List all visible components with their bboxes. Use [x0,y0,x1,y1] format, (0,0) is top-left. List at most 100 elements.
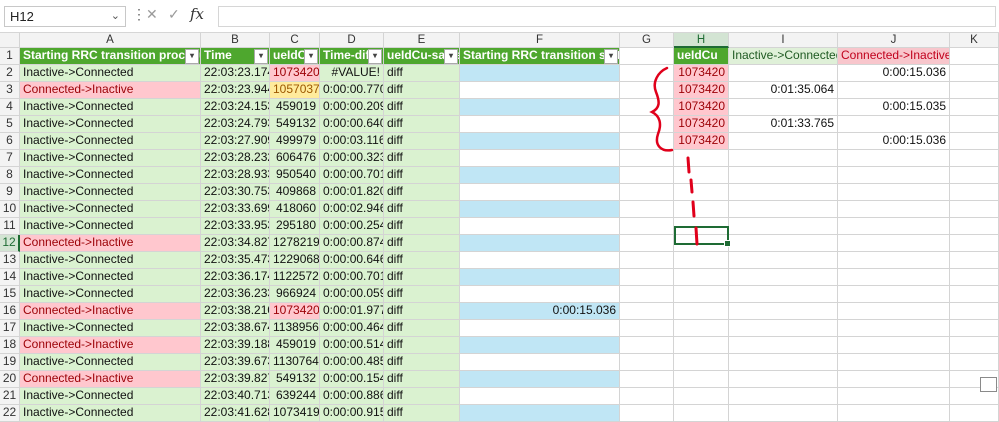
empty-cell[interactable] [620,65,674,82]
empty-cell[interactable] [729,252,838,269]
procedure-cell[interactable]: Inactive->Connected [20,320,201,337]
empty-cell[interactable] [620,269,674,286]
summary-ueidcu-cell[interactable]: 1073420 [674,65,729,82]
summary-connected-inactive-cell[interactable]: 0:00:15.035 [838,99,950,116]
ueidcu-cell[interactable]: 1073419 [270,405,320,422]
time-diff-cell[interactable]: 0:00:00.701 [320,269,384,286]
time-cell[interactable]: 22:03:27.909 [201,133,270,150]
time-diff-cell[interactable]: 0:00:00.485 [320,354,384,371]
time-cell[interactable]: 22:03:35.473 [201,252,270,269]
time-cell[interactable]: 22:03:36.174 [201,269,270,286]
transition-status-cell[interactable] [460,320,620,337]
procedure-cell[interactable]: Inactive->Connected [20,286,201,303]
empty-cell[interactable] [620,337,674,354]
time-diff-cell[interactable]: 0:00:00.154 [320,371,384,388]
summary-ueidcu-cell[interactable]: 1073420 [674,133,729,150]
empty-cell[interactable] [950,320,999,337]
empty-cell[interactable] [838,218,950,235]
more-vertical-icon[interactable]: ⋮ [132,6,146,23]
empty-cell[interactable] [838,286,950,303]
empty-cell[interactable] [950,337,999,354]
time-diff-cell[interactable]: 0:00:00.874 [320,235,384,252]
summary-header-inactive-connected[interactable]: Inactive->Connected [729,48,838,65]
column-header-a[interactable]: A [20,33,201,48]
empty-cell[interactable] [674,354,729,371]
empty-cell[interactable] [950,133,999,150]
empty-cell[interactable] [950,218,999,235]
empty-cell[interactable] [838,388,950,405]
empty-cell[interactable] [838,337,950,354]
filter-dropdown-icon[interactable]: ▾ [254,49,268,64]
time-diff-cell[interactable]: 0:00:01.977 [320,303,384,320]
header-time[interactable]: Time ▾ [201,48,270,65]
time-cell[interactable]: 22:03:39.188 [201,337,270,354]
procedure-cell[interactable]: Inactive->Connected [20,99,201,116]
ueidcu-cell[interactable]: 459019 [270,337,320,354]
time-cell[interactable]: 22:03:39.673 [201,354,270,371]
cell-k1[interactable] [950,48,999,65]
transition-status-cell[interactable] [460,116,620,133]
summary-inactive-connected-cell[interactable]: 0:01:33.765 [729,116,838,133]
row-header-2[interactable]: 2 [0,65,20,82]
empty-cell[interactable] [950,354,999,371]
empty-cell[interactable] [838,354,950,371]
time-cell[interactable]: 22:03:33.699 [201,201,270,218]
row-header-3[interactable]: 3 [0,82,20,99]
transition-status-cell[interactable] [460,337,620,354]
empty-cell[interactable] [950,286,999,303]
empty-cell[interactable] [729,303,838,320]
filter-dropdown-icon[interactable]: ▾ [604,49,618,64]
procedure-cell[interactable]: Inactive->Connected [20,354,201,371]
time-cell[interactable]: 22:03:30.753 [201,184,270,201]
worksheet-grid[interactable]: A B C D E F G H I J K 1 2 3 4 5 6 7 8 9 10 11 12 13 14 15 16 17 18 19… [0,33,999,422]
procedure-cell[interactable]: Inactive->Connected [20,65,201,82]
ueidcu-same-cell[interactable]: diff [384,65,460,82]
empty-cell[interactable] [838,235,950,252]
transition-status-cell[interactable] [460,82,620,99]
row-header-22[interactable]: 22 [0,405,20,422]
header-ueidcu[interactable]: ueIdCu ▾ [270,48,320,65]
empty-cell[interactable] [674,269,729,286]
row-header-9[interactable]: 9 [0,184,20,201]
empty-cell[interactable] [674,337,729,354]
empty-cell[interactable] [729,354,838,371]
summary-inactive-connected-cell[interactable] [729,99,838,116]
empty-cell[interactable] [674,320,729,337]
empty-cell[interactable] [729,269,838,286]
empty-cell[interactable] [620,252,674,269]
row-header-18[interactable]: 18 [0,337,20,354]
empty-cell[interactable] [729,320,838,337]
time-cell[interactable]: 22:03:38.674 [201,320,270,337]
time-cell[interactable]: 22:03:38.210 [201,303,270,320]
empty-cell[interactable] [620,116,674,133]
empty-cell[interactable] [620,99,674,116]
ueidcu-same-cell[interactable]: diff [384,184,460,201]
time-diff-cell[interactable]: 0:00:00.323 [320,150,384,167]
sheet-scroll-icon[interactable] [980,377,997,392]
column-header-b[interactable]: B [201,33,270,48]
time-diff-cell[interactable]: 0:00:00.209 [320,99,384,116]
ueidcu-cell[interactable]: 1138956 [270,320,320,337]
ueidcu-cell[interactable]: 549132 [270,371,320,388]
empty-cell[interactable] [620,303,674,320]
ueidcu-same-cell[interactable]: diff [384,167,460,184]
empty-cell[interactable] [674,201,729,218]
transition-status-cell[interactable] [460,252,620,269]
empty-cell[interactable] [950,82,999,99]
time-diff-cell[interactable]: 0:00:00.514 [320,337,384,354]
empty-cell[interactable] [620,150,674,167]
transition-status-cell[interactable] [460,65,620,82]
ueidcu-cell[interactable]: 1073420 [270,303,320,320]
ueidcu-cell[interactable]: 295180 [270,218,320,235]
time-diff-cell[interactable]: 0:00:00.886 [320,388,384,405]
empty-cell[interactable] [729,388,838,405]
time-cell[interactable]: 22:03:24.153 [201,99,270,116]
summary-connected-inactive-cell[interactable] [838,116,950,133]
time-cell[interactable]: 22:03:34.827 [201,235,270,252]
empty-cell[interactable] [620,201,674,218]
empty-cell[interactable] [620,371,674,388]
column-header-h[interactable]: H [674,33,729,48]
ueidcu-cell[interactable]: 1122572 [270,269,320,286]
empty-cell[interactable] [620,388,674,405]
ueidcu-cell[interactable]: 418060 [270,201,320,218]
